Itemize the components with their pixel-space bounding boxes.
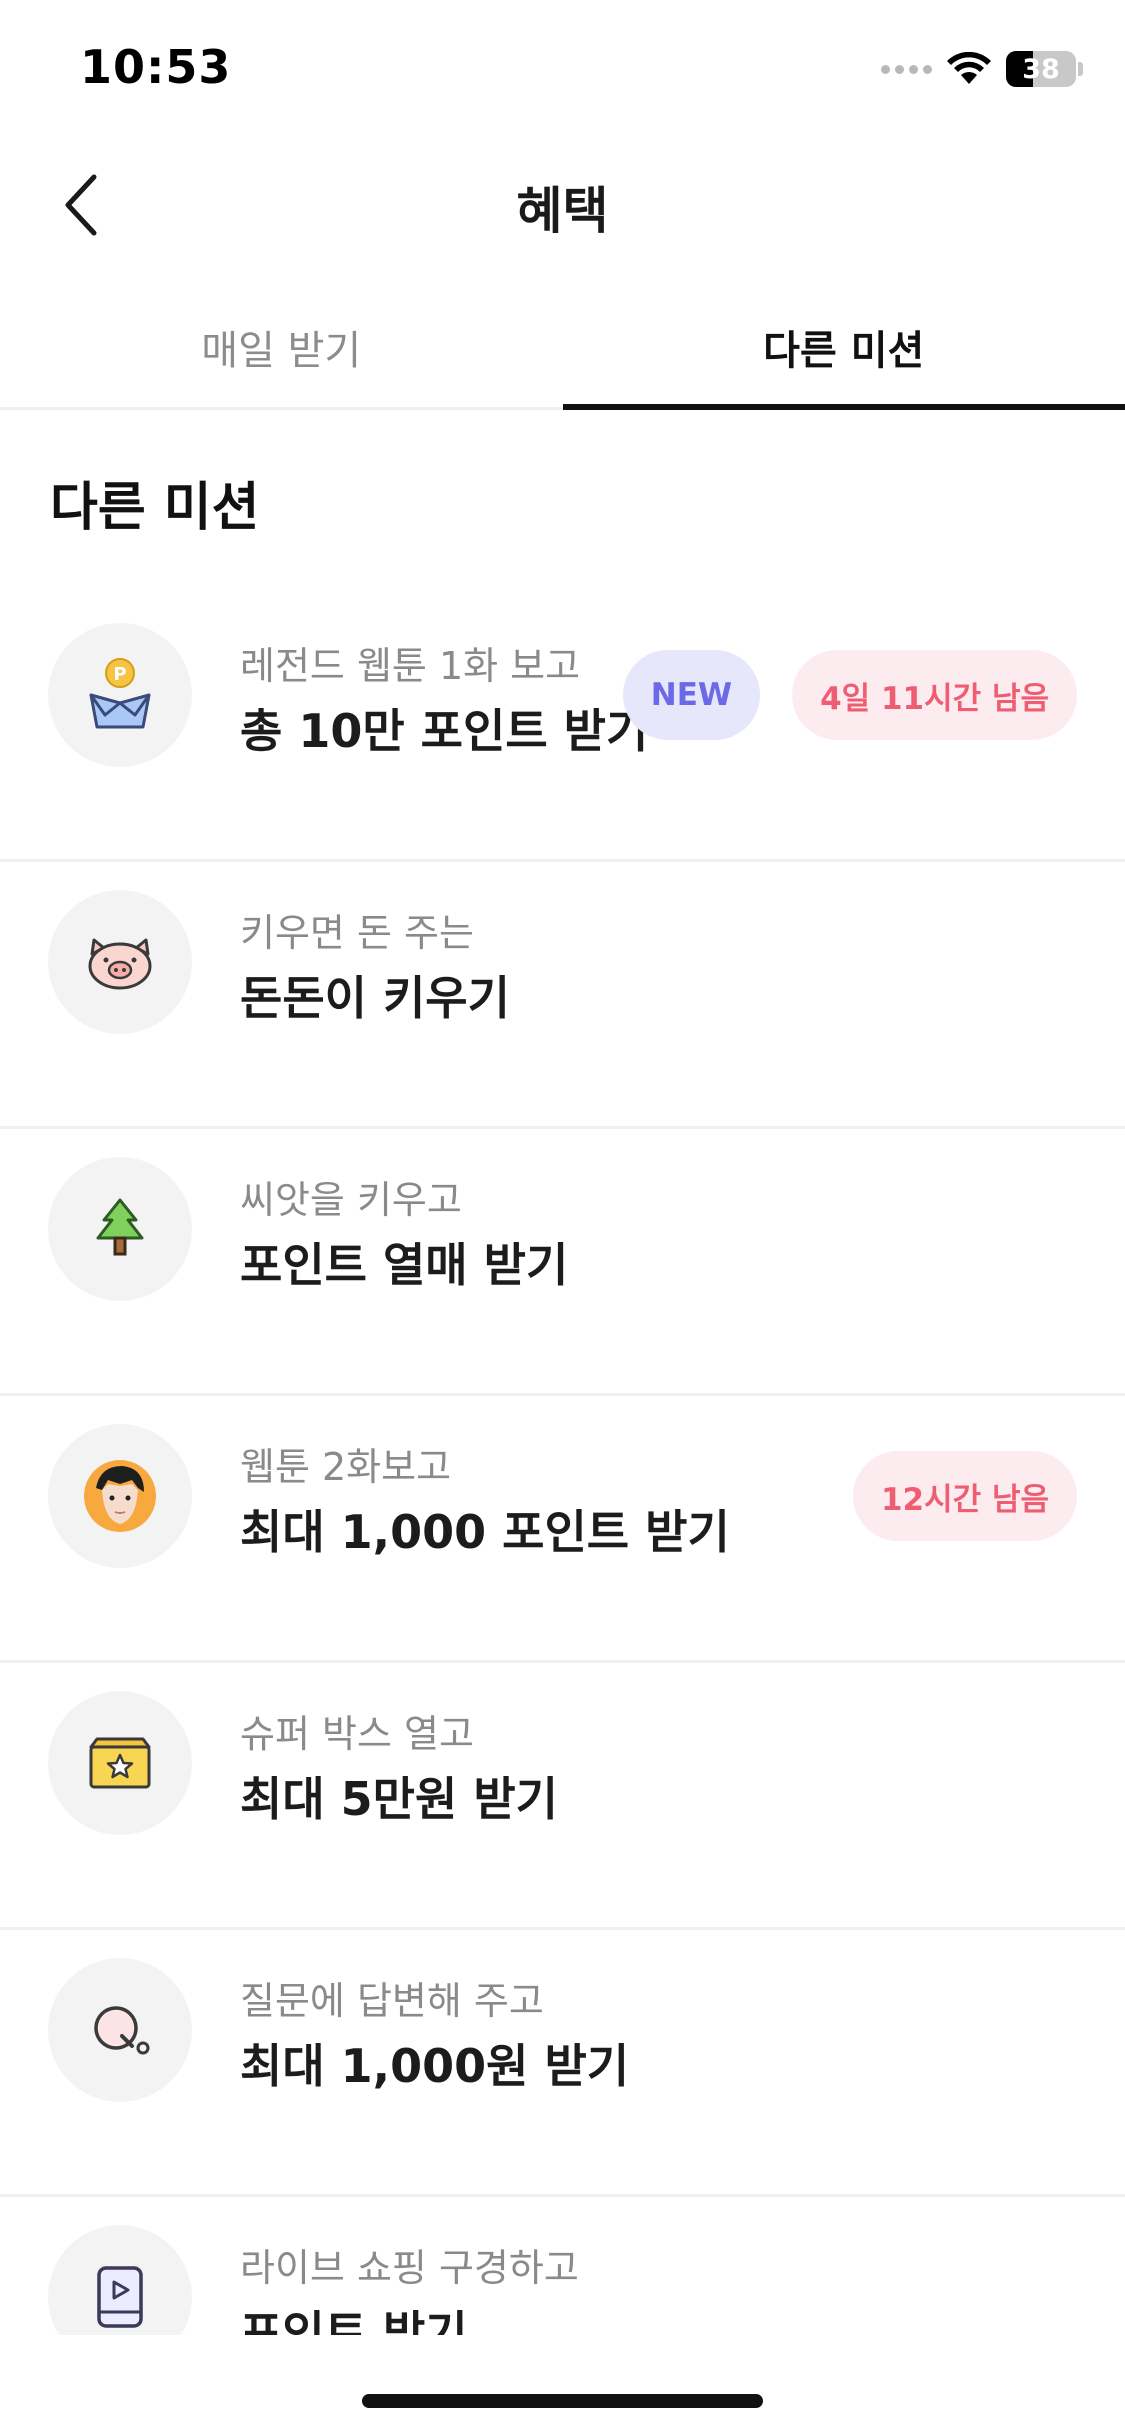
- tab-bar: 매일 받기 다른 미션: [0, 290, 1125, 410]
- mission-subtitle: 씨앗을 키우고: [240, 1178, 462, 1222]
- page-title: 혜택: [516, 182, 609, 240]
- mission-subtitle: 레전드 웹툰 1화 보고: [240, 644, 581, 688]
- mission-item[interactable]: 라이브 쇼핑 구경하고 포인트 받기: [0, 2197, 1125, 2335]
- bottom-safe-area: [0, 2335, 1125, 2436]
- mission-list: P 레전드 웹툰 1화 보고 총 10만 포인트 받기 NEW 4일 11시간 …: [0, 595, 1125, 2335]
- question-q-icon: [48, 1958, 192, 2102]
- mission-title: 최대 1,000 포인트 받기: [240, 1505, 730, 1559]
- mission-badges: NEW 4일 11시간 남음: [622, 650, 1077, 740]
- mission-subtitle: 슈퍼 박스 열고: [240, 1712, 474, 1756]
- cellular-signal-icon: [881, 64, 932, 74]
- mission-title: 최대 1,000원 받기: [240, 2039, 630, 2093]
- mission-item[interactable]: 키우면 돈 주는 돈돈이 키우기: [0, 862, 1125, 1129]
- mission-title: 돈돈이 키우기: [240, 971, 510, 1025]
- mission-badges: 12시간 남음: [852, 1451, 1077, 1541]
- pig-icon: [48, 890, 192, 1034]
- mission-item[interactable]: 질문에 답변해 주고 최대 1,000원 받기: [0, 1930, 1125, 2197]
- mission-item[interactable]: P 레전드 웹툰 1화 보고 총 10만 포인트 받기 NEW 4일 11시간 …: [0, 595, 1125, 862]
- tab-other-missions[interactable]: 다른 미션: [562, 290, 1125, 410]
- time-left-badge: 4일 11시간 남음: [792, 650, 1077, 740]
- mission-item[interactable]: 웹툰 2화보고 최대 1,000 포인트 받기 12시간 남음: [0, 1396, 1125, 1663]
- battery-level: 38: [1022, 53, 1060, 85]
- mission-subtitle: 키우면 돈 주는: [240, 911, 474, 955]
- status-icons: 38: [881, 48, 1083, 90]
- status-time: 10:53: [80, 40, 232, 94]
- wifi-icon: [947, 52, 991, 84]
- tab-daily[interactable]: 매일 받기: [0, 290, 563, 407]
- status-bar: 10:53 38: [0, 0, 1125, 135]
- home-indicator[interactable]: [362, 2394, 763, 2408]
- battery-icon: 38: [1006, 51, 1083, 87]
- mission-title: 최대 5만원 받기: [240, 1772, 558, 1826]
- mission-title: 총 10만 포인트 받기: [240, 704, 649, 758]
- star-box-icon: [48, 1691, 192, 1835]
- gift-box-point-icon: P: [48, 623, 192, 767]
- mission-subtitle: 웹툰 2화보고: [240, 1445, 452, 1489]
- mission-item[interactable]: 씨앗을 키우고 포인트 열매 받기: [0, 1129, 1125, 1396]
- time-left-badge: 12시간 남음: [852, 1451, 1077, 1541]
- webtoon-character-icon: [48, 1424, 192, 1568]
- mission-subtitle: 질문에 답변해 주고: [240, 1979, 544, 2023]
- header: 혜택: [0, 135, 1125, 270]
- mission-subtitle: 라이브 쇼핑 구경하고: [240, 2246, 579, 2290]
- svg-text:P: P: [113, 664, 126, 685]
- mission-title: 포인트 열매 받기: [240, 1238, 569, 1292]
- new-badge: NEW: [622, 650, 761, 740]
- section-title: 다른 미션: [50, 478, 260, 538]
- screen: 10:53 38 혜택 매일 받기 다른 미션 다른 미션 P 레전드 웹툰 1…: [0, 0, 1125, 2436]
- mission-title: 포인트 받기: [240, 2306, 468, 2335]
- tree-icon: [48, 1157, 192, 1301]
- mobile-play-icon: [48, 2225, 192, 2335]
- mission-item[interactable]: 슈퍼 박스 열고 최대 5만원 받기: [0, 1663, 1125, 1930]
